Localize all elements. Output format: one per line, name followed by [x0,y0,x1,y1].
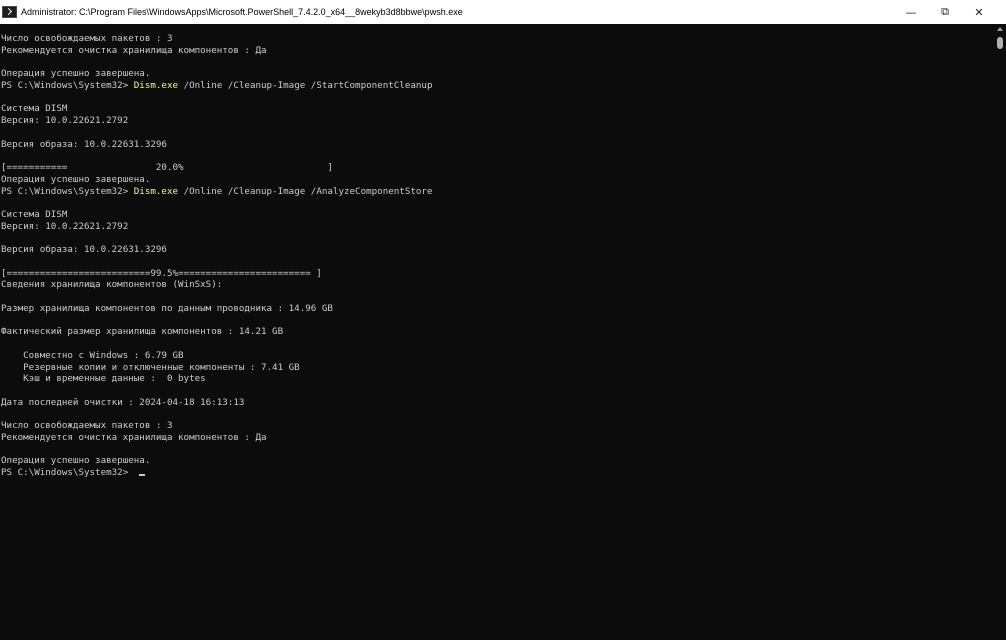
output-line: Операция успешно завершена. [1,173,151,185]
window-controls: — ⧉ ✕ [894,0,996,24]
command-name: Dism.exe [133,79,179,91]
output-line: Система DISM [1,103,68,115]
title-bar[interactable]: Administrator: C:\Program Files\WindowsA… [0,0,1006,24]
output-line: Версия: 10.0.22621.2792 [1,115,129,127]
minimize-button[interactable]: — [894,0,928,24]
output-line: Фактический размер хранилища компонентов… [1,326,284,338]
powershell-icon [2,6,17,18]
output-line: Рекомендуется очистка хранилища компонен… [1,44,267,56]
output-line: Сведения хранилища компонентов (WinSxS): [1,279,223,291]
terminal-output[interactable]: Число освобождаемых пакетов : 3 Рекоменду… [0,24,994,640]
output-line: Совместно с Windows : 6.79 GB [1,349,184,361]
output-line: Операция успешно завершена. [1,68,151,80]
output-line: Операция успешно завершена. [1,455,151,467]
output-line: Число освобождаемых пакетов : 3 [1,33,173,44]
text-cursor [138,474,145,477]
output-line: [=========== 20.0% ] [1,162,333,174]
prompt-text: PS C:\Windows\System32> [1,185,134,197]
command-args: /Online /Cleanup-Image /StartComponentCl… [178,79,433,91]
command-args: /Online /Cleanup-Image /AnalyzeComponent… [178,185,433,197]
prompt-text: PS C:\Windows\System32> [1,79,134,91]
close-button[interactable]: ✕ [962,0,996,24]
prompt-line: PS C:\Windows\System32> Dism.exe /Online… [0,186,994,198]
output-line: Версия образа: 10.0.22631.3296 [1,244,167,256]
window-title: Administrator: C:\Program Files\WindowsA… [21,7,463,17]
output-line: Размер хранилища компонентов по данным п… [1,302,333,314]
output-line: Кэш и временные данные : 0 bytes [1,373,206,385]
output-line: Рекомендуется очистка хранилища компонен… [1,431,267,443]
prompt-line: PS C:\Windows\System32> [0,467,994,479]
output-line: [==========================99.5%========… [1,267,322,279]
output-line: Версия образа: 10.0.22631.3296 [1,138,167,150]
output-line: Дата последней очистки : 2024-04-18 16:1… [1,396,245,408]
vertical-scrollbar[interactable] [994,24,1006,640]
prompt-line: PS C:\Windows\System32> Dism.exe /Online… [0,80,994,92]
output-line: Система DISM [1,209,68,221]
scroll-up-arrow-icon[interactable] [997,27,1003,31]
output-line: Число освобождаемых пакетов : 3 [1,420,173,432]
output-line: Резервные копии и отключенные компоненты… [1,361,300,373]
terminal-window: Administrator: C:\Program Files\WindowsA… [0,0,1006,640]
scrollbar-thumb[interactable] [997,37,1003,49]
command-name: Dism.exe [133,185,179,197]
prompt-text: PS C:\Windows\System32> [1,467,134,479]
maximize-button[interactable]: ⧉ [928,0,962,24]
output-line: Версия: 10.0.22621.2792 [1,220,129,232]
